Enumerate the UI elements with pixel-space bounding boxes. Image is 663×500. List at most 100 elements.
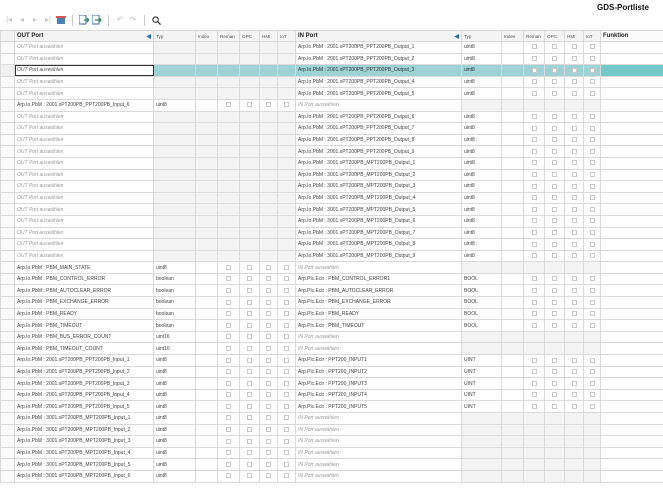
out-hmi-cell[interactable] xyxy=(259,307,278,321)
in-opc-cell[interactable] xyxy=(544,400,565,413)
checkbox[interactable] xyxy=(589,125,595,131)
in-index-cell[interactable] xyxy=(501,249,524,263)
in-port-cell[interactable]: Arp.Io.PbM : 2001.xPT200PB_PPT200PB_Outp… xyxy=(295,145,462,158)
out-index-cell[interactable] xyxy=(195,435,218,448)
out-remanent-cell[interactable] xyxy=(217,377,240,390)
checkbox[interactable] xyxy=(571,206,577,212)
checkbox[interactable] xyxy=(589,218,595,224)
in-iot-cell[interactable] xyxy=(583,203,601,216)
in-port-cell[interactable]: IN Port auswählen xyxy=(295,446,462,460)
in-iot-cell[interactable] xyxy=(583,214,601,228)
checkbox[interactable] xyxy=(247,403,252,409)
out-iot-cell[interactable] xyxy=(277,284,296,298)
checkbox[interactable] xyxy=(247,473,252,479)
checkbox[interactable] xyxy=(589,253,595,259)
table-row[interactable]: Arp.Io.PbM : PBM_MAIN_STATE uint8 IN Port … xyxy=(0,261,663,274)
out-iot-cell[interactable] xyxy=(277,458,296,471)
table-row[interactable]: Arp.Io.PbM : PBM_READY boolean Arp.Plc.Ecl… xyxy=(0,307,663,321)
checkbox[interactable] xyxy=(266,264,271,270)
in-iot-cell[interactable] xyxy=(583,52,601,66)
checkbox[interactable] xyxy=(552,90,557,96)
out-port-cell[interactable]: Arp.Io.PbM : 3001.xPT200PB_MPT200PB_Inpu… xyxy=(14,412,154,425)
checkbox[interactable] xyxy=(552,392,557,398)
in-iot-cell[interactable] xyxy=(583,168,601,182)
table-row[interactable]: OUT Port auswählen Arp.Io.PbM : 2001.xPT2… xyxy=(0,41,663,54)
out-remanent-cell[interactable] xyxy=(217,400,240,413)
in-index-cell[interactable] xyxy=(501,469,524,483)
in-hmi-cell[interactable] xyxy=(564,145,584,158)
checkbox[interactable] xyxy=(589,114,595,120)
out-remanent-cell[interactable] xyxy=(217,446,240,460)
in-opc-cell[interactable] xyxy=(544,75,565,89)
out-port-cell[interactable]: OUT Port auswählen xyxy=(14,180,154,193)
function-cell[interactable] xyxy=(600,377,663,390)
out-hmi-cell[interactable] xyxy=(259,284,278,298)
checkbox[interactable] xyxy=(226,102,231,108)
in-iot-cell[interactable] xyxy=(583,319,601,332)
checkbox[interactable] xyxy=(552,357,557,363)
function-cell[interactable] xyxy=(600,284,663,298)
in-index-cell[interactable] xyxy=(501,52,524,66)
in-hmi-cell[interactable] xyxy=(564,64,584,77)
in-port-cell[interactable]: Arp.Plc.Eclr : PPT200_INPUT2 xyxy=(295,365,462,379)
checkbox[interactable] xyxy=(247,345,252,351)
checkbox[interactable] xyxy=(266,311,271,317)
in-index-cell[interactable] xyxy=(501,87,524,100)
checkbox[interactable] xyxy=(571,114,577,120)
checkbox[interactable] xyxy=(266,461,271,467)
checkbox[interactable] xyxy=(284,287,289,293)
last-page-icon[interactable]: ▸| xyxy=(43,15,53,25)
in-hmi-cell[interactable] xyxy=(564,133,584,147)
out-remanent-cell[interactable] xyxy=(217,365,240,379)
in-port-cell[interactable]: Arp.Io.PbM : 2001.xPT200PB_PPT200PB_Outp… xyxy=(295,41,462,54)
in-port-cell[interactable]: Arp.Plc.Eclr : PBM_CONTROL_ERROR1 xyxy=(295,272,462,286)
in-index-cell[interactable] xyxy=(501,330,524,344)
checkbox[interactable] xyxy=(284,311,289,317)
function-cell[interactable] xyxy=(600,261,663,274)
out-hmi-cell[interactable] xyxy=(259,388,278,402)
in-remanent-cell[interactable] xyxy=(523,41,545,54)
in-hmi-cell[interactable] xyxy=(564,214,584,228)
out-index-cell[interactable] xyxy=(195,365,218,379)
checkbox[interactable] xyxy=(266,392,271,398)
out-opc-cell[interactable] xyxy=(239,330,260,344)
in-port-cell[interactable]: Arp.Io.PbM : 3001.xPT200PB_MPT200PB_Outp… xyxy=(295,214,462,228)
out-index-cell[interactable] xyxy=(195,412,218,425)
checkbox[interactable] xyxy=(226,264,231,270)
checkbox[interactable] xyxy=(571,311,577,317)
table-row[interactable]: OUT Port auswählen Arp.Io.PbM : 2001.xPT2… xyxy=(0,133,663,147)
checkbox[interactable] xyxy=(552,253,557,259)
in-iot-cell[interactable] xyxy=(583,296,601,309)
in-iot-cell[interactable] xyxy=(583,284,601,298)
in-iot-cell[interactable] xyxy=(583,354,601,367)
in-opc-cell[interactable] xyxy=(544,319,565,332)
checkbox[interactable] xyxy=(589,392,595,398)
checkbox[interactable] xyxy=(266,369,271,375)
out-port-cell[interactable]: Arp.Io.PbM : 3001.xPT200PB_MPT200PB_Inpu… xyxy=(14,423,154,437)
checkbox[interactable] xyxy=(531,392,537,398)
out-index-cell[interactable] xyxy=(195,342,218,356)
out-hmi-cell[interactable] xyxy=(259,423,278,437)
function-cell[interactable] xyxy=(600,64,663,77)
out-remanent-cell[interactable] xyxy=(217,261,240,274)
in-index-cell[interactable] xyxy=(501,203,524,216)
out-index-cell[interactable] xyxy=(195,156,218,170)
out-index-cell[interactable] xyxy=(195,400,218,413)
in-index-cell[interactable] xyxy=(501,261,524,274)
table-row[interactable]: OUT Port auswählen Arp.Io.PbM : 3001.xPT2… xyxy=(0,214,663,228)
out-index-cell[interactable] xyxy=(195,296,218,309)
out-index-cell[interactable] xyxy=(195,307,218,321)
checkbox[interactable] xyxy=(571,299,577,305)
table-row[interactable]: Arp.Io.PbM : 2001.xPT200PB_PPT200PB_Inpu… xyxy=(0,98,663,112)
checkbox[interactable] xyxy=(589,241,595,247)
in-index-cell[interactable] xyxy=(501,412,524,425)
out-index-cell[interactable] xyxy=(195,377,218,390)
checkbox[interactable] xyxy=(531,137,537,143)
out-port-cell[interactable]: Arp.Io.PbM : 3001.xPT200PB_MPT200PB_Inpu… xyxy=(14,435,154,448)
in-index-cell[interactable] xyxy=(501,110,524,124)
in-remanent-cell[interactable] xyxy=(523,284,545,298)
out-index-cell[interactable] xyxy=(195,191,218,205)
in-iot-cell[interactable] xyxy=(583,377,601,390)
in-remanent-cell[interactable] xyxy=(523,400,545,413)
out-port-cell[interactable]: OUT Port auswählen xyxy=(14,145,154,158)
